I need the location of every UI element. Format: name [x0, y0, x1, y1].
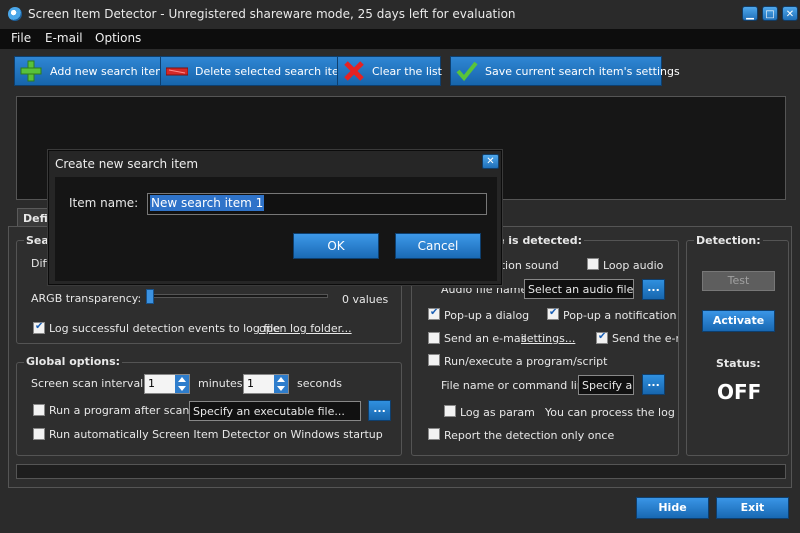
send-email-label: Send an e-mail [444, 332, 527, 345]
argb-slider-track[interactable] [150, 294, 328, 298]
startup-label: Run automatically Screen Item Detector o… [49, 428, 383, 441]
log-detection-label: Log successful detection events to log f… [49, 322, 281, 335]
menu-bar: File E-mail Options [0, 29, 800, 49]
status-value: OFF [717, 380, 762, 404]
exit-button[interactable]: Exit [716, 497, 789, 519]
log-as-param-label: Log as param [460, 406, 535, 419]
run-program-label: Run a program after scan: [49, 404, 193, 417]
maximize-button[interactable]: □ [762, 6, 778, 21]
delete-search-item-label: Delete selected search item [195, 65, 350, 78]
open-log-folder-link[interactable]: open log folder... [259, 322, 352, 335]
dialog-title: Create new search item [55, 157, 199, 171]
item-name-label: Item name: [69, 196, 139, 210]
status-bar [16, 464, 786, 479]
clear-list-label: Clear the list [372, 65, 442, 78]
global-options-title: Global options: [24, 355, 123, 368]
toolbar: Add new search item Delete selected sear… [10, 54, 790, 88]
argb-transparency-label: ARGB transparency: [31, 292, 142, 305]
browse-command-button[interactable]: ... [642, 374, 665, 395]
checkmark-icon [456, 61, 478, 82]
dialog-body: Item name: New search item 1 OK Cancel [55, 177, 497, 281]
save-settings-label: Save current search item's settings [485, 65, 680, 78]
send-email-checkbox[interactable] [428, 332, 440, 344]
delete-search-item-button[interactable]: Delete selected search item [160, 56, 349, 86]
detection-title: Detection: [694, 234, 763, 247]
app-icon [8, 7, 22, 21]
run-program-checkbox[interactable] [33, 404, 45, 416]
status-label: Status: [716, 357, 761, 370]
seconds-value: 1 [247, 377, 254, 390]
title-bar: Screen Item Detector - Unregistered shar… [0, 0, 800, 29]
clear-list-button[interactable]: Clear the list [337, 56, 442, 86]
plus-icon [20, 60, 42, 82]
popup-notification-label: Pop-up a notification [563, 309, 677, 322]
argb-slider-thumb[interactable] [146, 289, 154, 304]
file-command-field[interactable]: Specify an [578, 375, 634, 395]
email-settings-link[interactable]: settings... [521, 332, 575, 345]
ok-button[interactable]: OK [293, 233, 379, 259]
minutes-spinner[interactable]: 1 [144, 374, 190, 394]
report-once-label: Report the detection only once [444, 429, 615, 442]
file-command-label: File name or command line: [441, 379, 595, 392]
activate-button[interactable]: Activate [702, 310, 775, 332]
send-email-2-label: Send the e-ma [612, 332, 678, 345]
browse-audio-button[interactable]: ... [642, 279, 665, 300]
argb-value: 0 values [342, 293, 389, 306]
seconds-spinner[interactable]: 1 [243, 374, 289, 394]
report-once-checkbox[interactable] [428, 428, 440, 440]
minutes-label: minutes [198, 377, 243, 390]
dialog-close-button[interactable]: ✕ [482, 154, 499, 169]
add-search-item-label: Add new search item [50, 65, 166, 78]
test-button[interactable]: Test [702, 271, 775, 291]
popup-dialog-checkbox[interactable] [428, 307, 440, 320]
play-sound-label: ation sound [494, 259, 559, 272]
item-name-value: New search item 1 [150, 195, 265, 211]
popup-notification-checkbox[interactable] [547, 307, 559, 320]
create-search-item-dialog: Create new search item ✕ Item name: New … [48, 150, 502, 285]
minutes-spin-buttons[interactable] [175, 375, 189, 393]
red-x-icon [344, 61, 364, 81]
log-as-param-checkbox[interactable] [444, 405, 456, 417]
seconds-spin-buttons[interactable] [274, 375, 288, 393]
cancel-button[interactable]: Cancel [395, 233, 481, 259]
save-settings-button[interactable]: Save current search item's settings [450, 56, 680, 86]
menu-file[interactable]: File [11, 31, 31, 45]
close-button[interactable]: ✕ [782, 6, 798, 21]
item-name-input[interactable]: New search item 1 [147, 193, 487, 215]
on-detection-title: e is detected: [495, 234, 585, 247]
audio-file-field[interactable]: Select an audio file els [524, 279, 634, 299]
menu-email[interactable]: E-mail [45, 31, 83, 45]
menu-options[interactable]: Options [95, 31, 141, 45]
log-detection-checkbox[interactable] [33, 321, 45, 334]
process-log-label: You can process the log afte [545, 406, 678, 419]
loop-audio-label: Loop audio [603, 259, 664, 272]
window-title: Screen Item Detector - Unregistered shar… [28, 7, 516, 21]
minimize-button[interactable]: ▁ [742, 6, 758, 21]
loop-audio-checkbox[interactable] [587, 258, 599, 270]
popup-dialog-label: Pop-up a dialog [444, 309, 530, 322]
search-settings-group-title: Sea [24, 234, 51, 247]
minutes-value: 1 [148, 377, 155, 390]
add-search-item-button[interactable]: Add new search item [14, 56, 166, 86]
startup-checkbox[interactable] [33, 428, 45, 440]
delete-bar-icon [166, 67, 188, 76]
hide-button[interactable]: Hide [636, 497, 709, 519]
run-execute-checkbox[interactable] [428, 354, 440, 366]
seconds-label: seconds [297, 377, 342, 390]
send-email-2-checkbox[interactable] [596, 331, 608, 344]
executable-field[interactable]: Specify an executable file... [189, 401, 361, 421]
scan-interval-label: Screen scan interval: [31, 377, 147, 390]
run-execute-label: Run/execute a program/script [444, 355, 608, 368]
browse-executable-button[interactable]: ... [368, 400, 391, 421]
